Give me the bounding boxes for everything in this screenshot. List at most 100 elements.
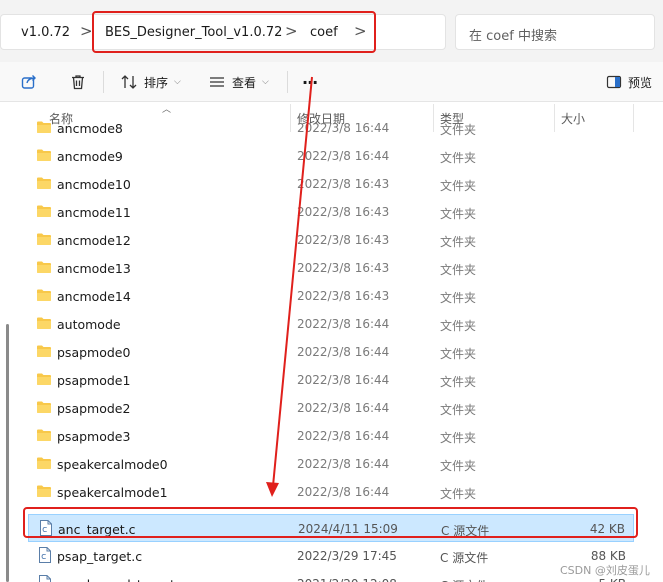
- folder-icon: [36, 148, 52, 165]
- folder-icon: [36, 456, 52, 473]
- search-input[interactable]: 在 coef 中搜索: [455, 14, 655, 50]
- folder-icon: [36, 372, 52, 389]
- folder-icon: [36, 120, 52, 137]
- file-type: 文件夹: [440, 403, 477, 417]
- file-type: 文件夹: [440, 207, 477, 221]
- sort-button[interactable]: 排序 ⌵: [120, 62, 181, 102]
- folder-icon: [36, 232, 52, 249]
- file-modified-date: 2022/3/8 16:44: [297, 457, 390, 471]
- file-modified-date: 2021/2/20 12:08: [297, 577, 397, 582]
- file-type: 文件夹: [440, 375, 477, 389]
- folder-row[interactable]: ancmode8 2022/3/8 16:44 文件夹: [28, 118, 634, 142]
- file-modified-date: 2022/3/29 17:45: [297, 549, 397, 563]
- file-name: speakercalmode1: [57, 485, 168, 500]
- file-name: speakercalmode0: [57, 457, 168, 472]
- file-name: ancmode13: [57, 261, 131, 276]
- file-type: 文件夹: [440, 123, 477, 137]
- file-name: speaker_cal_target.c: [57, 577, 186, 582]
- watermark-text: CSDN @刘皮蛋儿: [560, 564, 650, 577]
- file-type: 文件夹: [440, 235, 477, 249]
- file-name: ancmode14: [57, 289, 131, 304]
- folder-icon: [36, 204, 52, 221]
- folder-row[interactable]: ancmode11 2022/3/8 16:43 文件夹: [28, 198, 634, 226]
- file-modified-date: 2022/3/8 16:43: [297, 289, 390, 303]
- command-bar: 排序 ⌵ 查看 ⌵ ··· 预览: [0, 62, 663, 102]
- file-modified-date: 2022/3/8 16:44: [297, 429, 390, 443]
- preview-pane-button[interactable]: 预览: [606, 62, 652, 102]
- folder-row[interactable]: psapmode1 2022/3/8 16:44 文件夹: [28, 366, 634, 394]
- view-label: 查看: [232, 75, 257, 90]
- file-name: psap_target.c: [57, 549, 143, 564]
- file-type: 文件夹: [440, 459, 477, 473]
- view-button[interactable]: 查看 ⌵: [208, 62, 269, 102]
- file-modified-date: 2022/3/8 16:44: [297, 345, 390, 359]
- trash-icon: [72, 75, 84, 90]
- sort-icon: [121, 75, 137, 89]
- file-modified-date: 2022/3/8 16:44: [297, 121, 390, 135]
- folder-icon: [36, 428, 52, 445]
- sort-ascending-icon: ︿: [162, 105, 172, 115]
- folder-row[interactable]: ancmode13 2022/3/8 16:43 文件夹: [28, 254, 634, 282]
- more-options-button[interactable]: ···: [302, 62, 318, 102]
- file-type: 文件夹: [440, 179, 477, 193]
- file-size: 88 KB: [590, 549, 626, 563]
- annotation-box-selected-file: [23, 507, 638, 538]
- file-modified-date: 2022/3/8 16:43: [297, 177, 390, 191]
- file-type: 文件夹: [440, 431, 477, 445]
- search-placeholder: 在 coef 中搜索: [469, 29, 557, 44]
- file-modified-date: 2022/3/8 16:44: [297, 485, 390, 499]
- folder-icon: [36, 344, 52, 361]
- file-type: 文件夹: [440, 151, 477, 165]
- file-name: automode: [57, 317, 121, 332]
- file-modified-date: 2022/3/8 16:43: [297, 261, 390, 275]
- folder-icon: [36, 316, 52, 333]
- breadcrumb-separator-icon[interactable]: >: [80, 22, 93, 40]
- chevron-down-icon: ⌵: [174, 77, 181, 87]
- annotation-box-breadcrumb: [92, 11, 376, 53]
- folder-row[interactable]: automode 2022/3/8 16:44 文件夹: [28, 310, 634, 338]
- file-type: C 源文件: [440, 577, 488, 582]
- file-name: psapmode3: [57, 429, 131, 444]
- toolbar-divider: [287, 71, 288, 93]
- vertical-scrollbar[interactable]: [6, 324, 9, 582]
- svg-text:C: C: [41, 553, 46, 561]
- file-type: 文件夹: [440, 319, 477, 333]
- file-type: 文件夹: [440, 487, 477, 501]
- folder-row[interactable]: psapmode0 2022/3/8 16:44 文件夹: [28, 338, 634, 366]
- file-name: ancmode8: [57, 121, 123, 136]
- file-type: C 源文件: [440, 551, 489, 565]
- toolbar-divider: [103, 71, 104, 93]
- file-modified-date: 2022/3/8 16:44: [297, 373, 390, 387]
- file-name: psapmode1: [57, 373, 131, 388]
- share-button[interactable]: [20, 62, 38, 102]
- folder-row[interactable]: ancmode14 2022/3/8 16:43 文件夹: [28, 282, 634, 310]
- folder-icon: [36, 484, 52, 501]
- chevron-down-icon: ⌵: [262, 77, 269, 87]
- file-name: ancmode12: [57, 233, 131, 248]
- breadcrumb-item-version[interactable]: v1.0.72: [21, 25, 70, 40]
- file-name: ancmode9: [57, 149, 123, 164]
- view-lines-icon: [210, 77, 224, 87]
- share-icon: [21, 75, 36, 89]
- file-modified-date: 2022/3/8 16:44: [297, 149, 390, 163]
- file-modified-date: 2022/3/8 16:43: [297, 233, 390, 247]
- file-modified-date: 2022/3/8 16:43: [297, 205, 390, 219]
- folder-row[interactable]: ancmode10 2022/3/8 16:43 文件夹: [28, 170, 634, 198]
- file-name: ancmode10: [57, 177, 131, 192]
- folder-row[interactable]: ancmode9 2022/3/8 16:44 文件夹: [28, 142, 634, 170]
- folder-icon: [36, 400, 52, 417]
- file-name: psapmode2: [57, 401, 131, 416]
- preview-label: 预览: [628, 75, 653, 90]
- folder-row[interactable]: psapmode2 2022/3/8 16:44 文件夹: [28, 394, 634, 422]
- file-row[interactable]: Cspeaker_cal_target.c 2021/2/20 12:08 C 源文…: [28, 570, 634, 582]
- folder-icon: [36, 288, 52, 305]
- delete-button[interactable]: [69, 62, 87, 102]
- folder-row[interactable]: speakercalmode0 2022/3/8 16:44 文件夹: [28, 450, 634, 478]
- folder-row[interactable]: ancmode12 2022/3/8 16:43 文件夹: [28, 226, 634, 254]
- sort-label: 排序: [144, 75, 169, 90]
- file-row[interactable]: Cpsap_target.c 2022/3/29 17:45 C 源文件 88 KB: [28, 542, 634, 570]
- folder-row[interactable]: psapmode3 2022/3/8 16:44 文件夹: [28, 422, 634, 450]
- file-name: ancmode11: [57, 205, 131, 220]
- folder-row[interactable]: speakercalmode1 2022/3/8 16:44 文件夹: [28, 478, 634, 506]
- file-type: 文件夹: [440, 347, 477, 361]
